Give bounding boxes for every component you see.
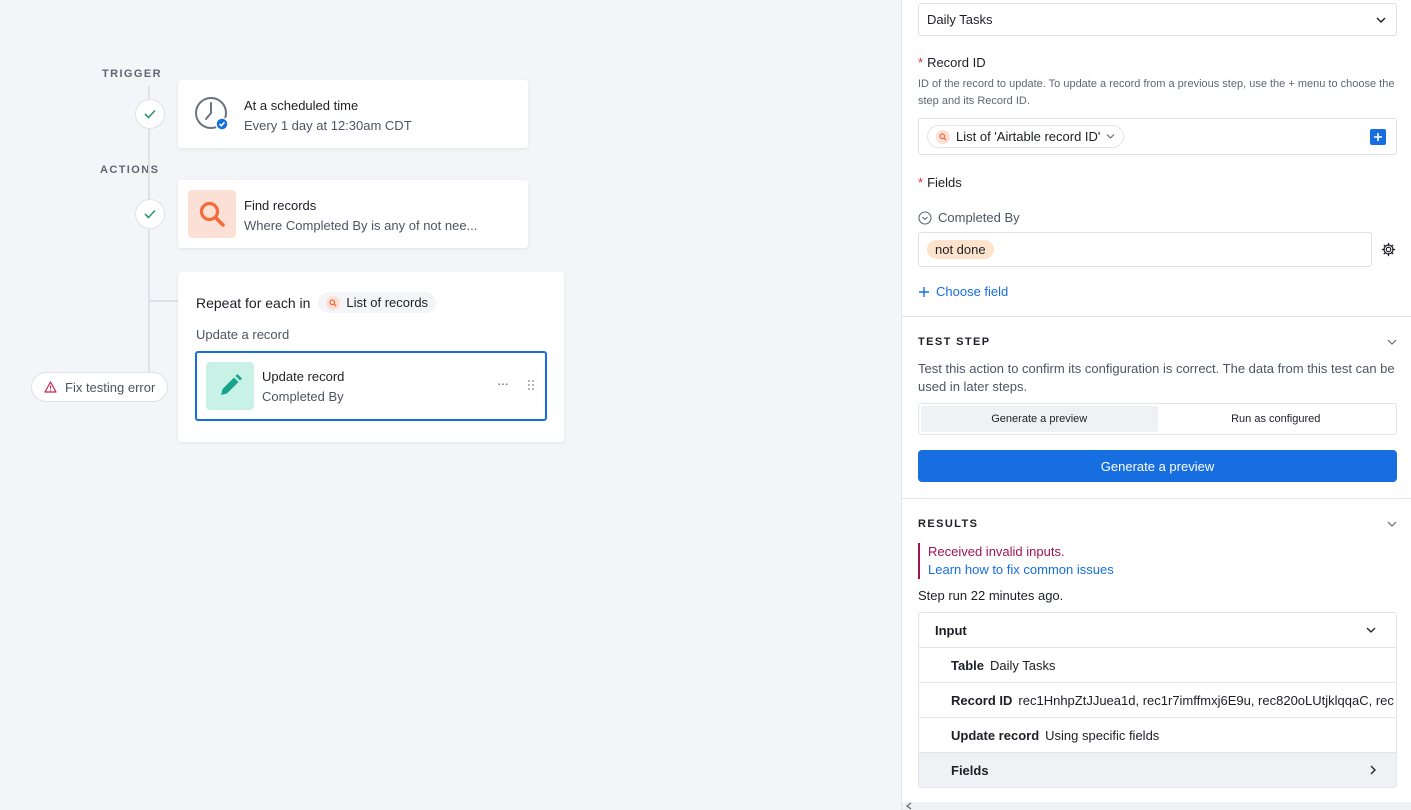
- table-select[interactable]: Daily Tasks: [918, 3, 1397, 36]
- trigger-subtitle: Every 1 day at 12:30am CDT: [244, 118, 412, 133]
- fields-label: * Fields: [918, 175, 962, 190]
- flow-branch: [148, 300, 178, 302]
- chevron-down-icon: [1366, 627, 1376, 633]
- repeat-card[interactable]: Repeat for each in List of records Updat…: [178, 272, 564, 442]
- record-id-field[interactable]: List of 'Airtable record ID': [918, 118, 1397, 155]
- field-header-completed-by[interactable]: Completed By: [918, 210, 1397, 225]
- gear-icon[interactable]: [1381, 242, 1396, 257]
- input-accordion-header[interactable]: Input: [919, 613, 1396, 647]
- row-value: rec1HnhpZtJJuea1d, rec1r7imffmxj6E9u, re…: [1018, 692, 1394, 708]
- record-id-label: * Record ID: [918, 55, 986, 70]
- generate-preview-button[interactable]: Generate a preview: [918, 450, 1397, 482]
- choose-field-label: Choose field: [936, 284, 1009, 299]
- field-name: Completed By: [938, 210, 1020, 225]
- repeat-sublabel: Update a record: [196, 327, 290, 342]
- record-id-token[interactable]: List of 'Airtable record ID': [927, 125, 1125, 148]
- step-run-time: Step run 22 minutes ago.: [918, 588, 1064, 603]
- tab-generate-preview[interactable]: Generate a preview: [921, 406, 1158, 432]
- add-token-button[interactable]: [1370, 128, 1386, 145]
- automation-canvas: TRIGGER ACTIONS At a scheduled time Ever…: [0, 0, 900, 810]
- results-error: Received invalid inputs. Learn how to fi…: [918, 543, 1397, 579]
- more-options-button[interactable]: ···: [497, 375, 509, 391]
- find-title: Find records: [244, 198, 317, 213]
- search-icon: [188, 190, 236, 238]
- input-row-record-id: Record ID rec1HnhpZtJJuea1d, rec1r7imffm…: [919, 682, 1396, 717]
- record-id-token-label: List of 'Airtable record ID': [956, 129, 1101, 144]
- drag-handle-icon[interactable]: [527, 379, 535, 394]
- actions-section-label: ACTIONS: [100, 164, 160, 176]
- input-row-fields[interactable]: Fields: [919, 752, 1396, 787]
- update-title: Update record: [262, 369, 345, 384]
- chevron-down-icon: [1107, 134, 1115, 139]
- choose-field-button[interactable]: Choose field: [918, 284, 1397, 299]
- chevron-right-icon: [1370, 765, 1376, 775]
- chevron-left-icon: [906, 802, 912, 810]
- update-subtitle: Completed By: [262, 389, 344, 404]
- update-record-card[interactable]: Update record Completed By ···: [195, 351, 547, 421]
- trigger-section-label: TRIGGER: [102, 68, 162, 80]
- single-select-icon: [918, 210, 932, 225]
- plus-icon: [1374, 132, 1382, 141]
- row-key: Table: [951, 657, 984, 673]
- find-subtitle: Where Completed By is any of not nee...: [244, 218, 478, 233]
- row-key: Update record: [951, 727, 1040, 743]
- chevron-down-icon[interactable]: [1387, 521, 1397, 527]
- completed-by-field[interactable]: not done: [918, 232, 1372, 267]
- row-key: Fields: [951, 762, 989, 778]
- repeat-title: Repeat for each in: [196, 294, 311, 311]
- input-accordion: Input Table Daily Tasks Record ID rec1Hn…: [918, 612, 1397, 788]
- value-tag: not done: [927, 240, 994, 259]
- find-status: [135, 199, 165, 229]
- input-header-label: Input: [935, 622, 967, 638]
- flow-rail: [148, 86, 150, 386]
- plus-icon: [919, 286, 929, 297]
- record-id-help: ID of the record to update. To update a …: [918, 78, 1395, 107]
- chevron-down-icon: [1376, 17, 1386, 23]
- list-of-records-chip[interactable]: List of records: [318, 292, 437, 313]
- test-step-description: Test this action to confirm its configur…: [918, 361, 1395, 394]
- row-value: Daily Tasks: [990, 657, 1056, 673]
- input-row-update-record: Update record Using specific fields: [919, 717, 1396, 752]
- config-panel: Daily Tasks * Record ID ID of the record …: [901, 0, 1411, 810]
- input-row-table: Table Daily Tasks: [919, 647, 1396, 682]
- check-icon: [144, 109, 156, 119]
- clock-icon: [188, 90, 236, 138]
- tab-run-as-configured[interactable]: Run as configured: [1158, 406, 1395, 432]
- trigger-card[interactable]: At a scheduled time Every 1 day at 12:30…: [178, 80, 528, 148]
- results-heading: RESULTS: [918, 518, 979, 530]
- trigger-title: At a scheduled time: [244, 98, 359, 113]
- row-value: Using specific fields: [1045, 727, 1160, 743]
- table-select-value: Daily Tasks: [927, 12, 993, 27]
- trigger-status: [135, 99, 165, 129]
- chip-label: List of records: [346, 295, 429, 310]
- search-icon: [936, 129, 950, 144]
- fix-error-label: Fix testing error: [65, 379, 156, 395]
- row-key: Record ID: [951, 692, 1013, 708]
- find-records-card[interactable]: Find records Where Completed By is any o…: [178, 180, 528, 248]
- test-step-heading: TEST STEP: [918, 336, 991, 348]
- check-icon: [144, 209, 156, 219]
- horizontal-scrollbar[interactable]: [902, 802, 1411, 810]
- test-mode-switch: Generate a preview Run as configured: [918, 403, 1397, 435]
- search-icon: [326, 295, 341, 310]
- learn-fix-link[interactable]: Learn how to fix common issues: [928, 561, 1397, 579]
- warning-icon: [44, 381, 57, 393]
- error-message: Received invalid inputs.: [928, 544, 1065, 559]
- pencil-icon: [206, 362, 254, 410]
- chevron-down-icon[interactable]: [1387, 339, 1397, 345]
- fix-testing-error-button[interactable]: Fix testing error: [31, 372, 169, 402]
